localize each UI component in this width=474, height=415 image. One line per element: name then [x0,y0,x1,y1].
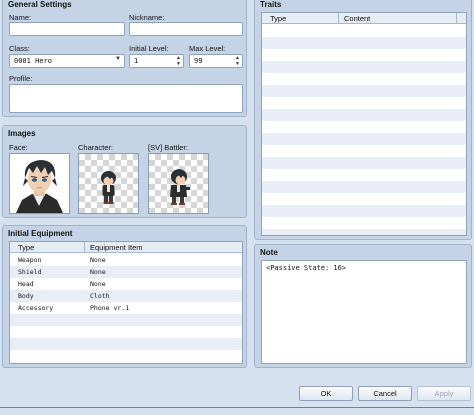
equipment-table: Type Equipment Item Weapon None Shield N… [9,241,243,364]
max-level-spin[interactable]: ▲ ▼ [233,55,242,67]
initial-level-spin[interactable]: ▲ ▼ [174,55,183,67]
empty-row [262,73,466,85]
traits-table: Type Content [261,12,467,236]
table-row[interactable]: Accessory Phone vr.1 [10,302,242,314]
apply-button[interactable]: Apply [417,386,471,401]
table-row[interactable]: Head None [10,278,242,290]
traits-title: Traits [260,0,282,9]
empty-row [262,109,466,121]
hero-battler-sprite [170,169,190,205]
equipment-col-type[interactable]: Type [18,243,34,252]
note-panel: Note <Passive State: 16> [254,244,472,368]
empty-row [262,169,466,181]
equipment-item-cell: Phone vr.1 [90,304,130,312]
hero-character-sprite [101,171,116,204]
equipment-type-cell: Head [18,280,34,288]
class-value: 0001 Hero [14,57,52,65]
empty-row [262,61,466,73]
table-row[interactable]: Shield None [10,266,242,278]
general-settings-title: General Settings [8,0,72,9]
empty-row [262,49,466,61]
spin-down-icon[interactable]: ▼ [174,61,183,67]
empty-row [262,25,466,37]
class-label: Class: [9,44,30,53]
initial-level-value: 1 [134,57,139,65]
empty-row [262,121,466,133]
traits-table-header: Type Content [262,13,466,24]
empty-row [262,37,466,49]
empty-row [262,229,466,235]
note-title: Note [260,248,278,257]
face-image[interactable] [9,153,70,214]
empty-row [262,217,466,229]
max-level-label: Max Level: [189,44,226,53]
equipment-table-header: Type Equipment Item [10,242,242,253]
empty-row [10,350,242,362]
empty-row [262,205,466,217]
max-level-value: 99 [194,57,203,65]
empty-row [262,85,466,97]
equipment-type-cell: Weapon [18,256,42,264]
empty-row [10,314,242,326]
traits-col-content[interactable]: Content [344,14,370,23]
class-select[interactable]: 0001 Hero ▼ [9,54,125,68]
max-level-stepper[interactable]: 99 ▲ ▼ [189,54,243,68]
equipment-type-cell: Shield [18,268,42,276]
character-label: Character: [78,143,114,152]
note-value: <Passive State: 16> [266,264,347,272]
name-label: Name: [9,13,32,22]
spin-down-icon[interactable]: ▼ [233,61,242,67]
profile-textarea[interactable] [9,84,243,113]
window-bottom-edge [0,407,474,408]
empty-row [262,133,466,145]
empty-row [10,326,242,338]
equipment-type-cell: Accessory [18,304,54,312]
hero-face-portrait [10,154,69,213]
table-row[interactable]: Weapon None [10,254,242,266]
table-row[interactable]: Body Cloth [10,290,242,302]
empty-row [262,97,466,109]
battler-image[interactable] [148,153,209,214]
equipment-item-cell: None [90,268,106,276]
equipment-panel: Initial Equipment Type Equipment Item We… [2,225,247,368]
equipment-item-cell: None [90,256,106,264]
equipment-type-cell: Body [18,292,34,300]
empty-row [10,338,242,350]
empty-row [262,157,466,169]
ok-button[interactable]: OK [299,386,353,401]
character-image[interactable] [78,153,139,214]
face-label: Face: [9,143,28,152]
nickname-label: Nickname: [129,13,165,22]
cancel-button[interactable]: Cancel [358,386,412,401]
profile-label: Profile: [9,74,33,83]
general-settings-panel: General Settings Name: Nickname: Class: … [2,0,247,117]
equipment-item-cell: None [90,280,106,288]
empty-row [262,193,466,205]
traits-col-type[interactable]: Type [270,14,286,23]
equipment-title: Initial Equipment [8,229,73,238]
images-title: Images [8,129,36,138]
equipment-col-item[interactable]: Equipment Item [90,243,143,252]
empty-row [262,181,466,193]
equipment-item-cell: Cloth [90,292,110,300]
traits-panel: Traits Type Content [254,0,472,240]
initial-level-stepper[interactable]: 1 ▲ ▼ [129,54,184,68]
name-input[interactable] [9,22,125,36]
empty-row [262,145,466,157]
chevron-down-icon: ▼ [115,56,121,62]
battler-label: [SV] Battler: [148,143,189,152]
initial-level-label: Initial Level: [129,44,169,53]
note-textarea[interactable]: <Passive State: 16> [261,260,467,364]
images-panel: Images Face: Character: [SV] Battler: [2,125,247,218]
nickname-input[interactable] [129,22,243,36]
